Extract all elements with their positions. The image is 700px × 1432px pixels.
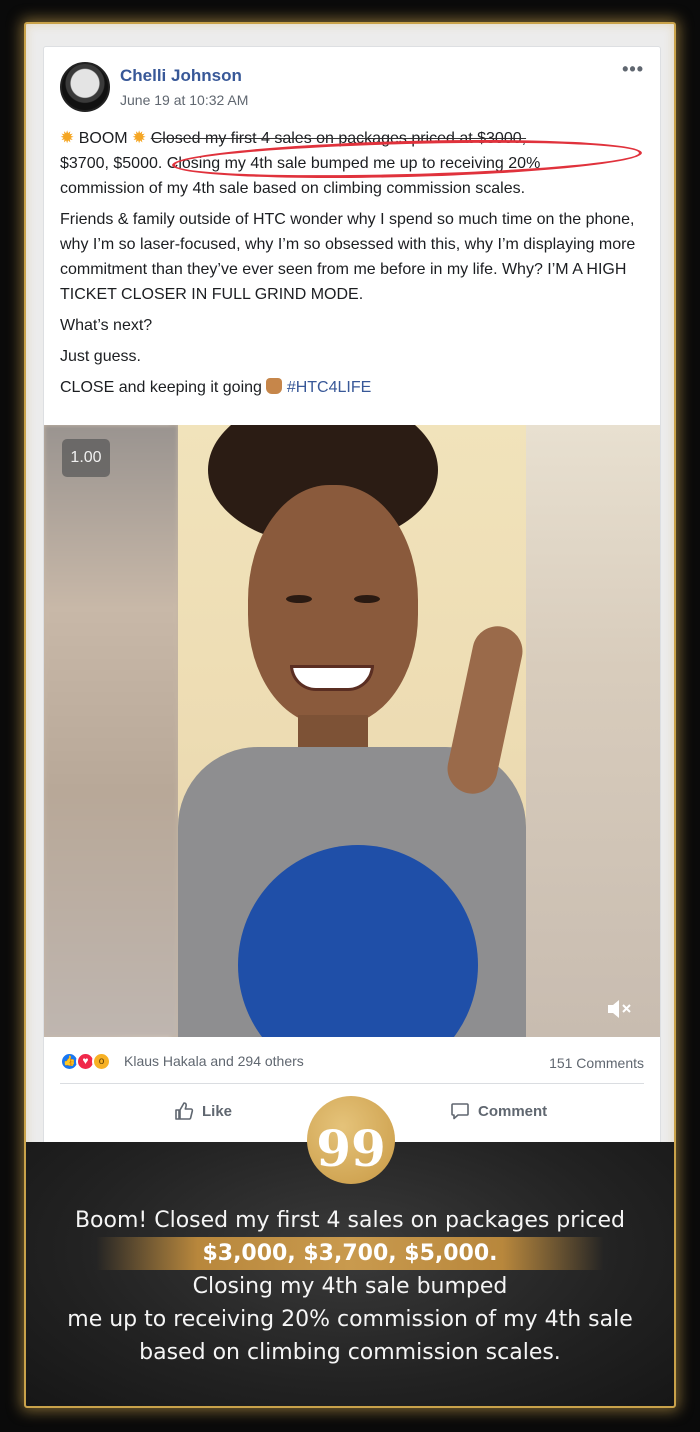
quote-line-1: Boom! Closed my first 4 sales on package… [74,1208,626,1233]
comment-label: Comment [478,1102,548,1120]
quote-mark-glyph: 99 [316,1119,386,1178]
boom-text: BOOM [78,130,128,147]
wow-reaction-icon: o [92,1052,111,1071]
comment-bubble-icon [451,1103,469,1120]
person-smile [290,665,374,691]
post-body: ✹ BOOM ✹ Closed my first 4 sales on pack… [60,125,644,406]
post-paragraph-3: What’s next? [60,317,153,334]
reaction-names[interactable]: Klaus Hakala and 294 others [124,1053,304,1069]
video-blur-right [526,425,660,1037]
post-header: Chelli Johnson June 19 at 10:32 AM ••• [60,60,644,118]
like-button[interactable]: Like [174,1094,232,1128]
post-line-1a: Closed my first 4 sales on packages pric… [150,130,527,147]
video-blur-left [44,425,178,1037]
post-line-5: CLOSE and keeping it going [60,379,262,396]
volume-muted-icon[interactable] [606,997,636,1021]
post-paragraph-1: ✹ BOOM ✹ Closed my first 4 sales on pack… [60,125,644,201]
video-frame [178,425,526,1037]
post-paragraph-4: Just guess. [60,348,141,365]
facebook-post-card: Chelli Johnson June 19 at 10:32 AM ••• ✹… [43,46,661,1154]
person-eye-left [286,595,312,603]
quote-line-5: based on climbing commission scales. [139,1340,561,1365]
like-label: Like [202,1102,233,1120]
hashtag-link[interactable]: #HTC4LIFE [287,379,371,396]
video-player[interactable]: 1.00 [44,425,660,1037]
author-avatar[interactable] [60,62,110,112]
post-line-1c: commission of my 4th sale based on climb… [60,180,526,197]
post-timestamp[interactable]: June 19 at 10:32 AM [120,92,248,108]
person-hand [442,621,526,799]
playback-speed-badge[interactable]: 1.00 [62,439,110,477]
raised-fist-icon [266,378,283,394]
post-paragraph-5: CLOSE and keeping it going #HTC4LIFE [60,375,644,400]
person-eye-right [354,595,380,603]
quote-line-4: me up to receiving 20% commission of my … [67,1307,633,1332]
more-options-icon[interactable]: ••• [622,60,644,78]
thumbs-up-icon [175,1102,194,1120]
sparkle-icon: ✹ [60,128,75,147]
sparkle-icon: ✹ [132,128,147,147]
quote-line-2-highlight: $3,000, $3,700, $5,000. [96,1237,604,1270]
quote-line-3: Closing my 4th sale bumped [192,1274,508,1299]
reaction-icons[interactable]: 👍 ♥ o [60,1052,120,1072]
post-paragraph-2: Friends & family outside of HTC wonder w… [60,211,636,303]
comment-button[interactable]: Comment [450,1094,547,1128]
testimonial-frame: Chelli Johnson June 19 at 10:32 AM ••• ✹… [24,22,676,1408]
author-name[interactable]: Chelli Johnson [120,66,242,86]
actions-divider [60,1083,644,1084]
quote-mark-icon: 99 [307,1096,395,1184]
post-line-1b: $3700, $5000. Closing my 4th sale bumped… [60,155,541,172]
reactions-bar: 👍 ♥ o Klaus Hakala and 294 others 151 Co… [60,1050,644,1074]
comments-count[interactable]: 151 Comments [549,1055,644,1071]
